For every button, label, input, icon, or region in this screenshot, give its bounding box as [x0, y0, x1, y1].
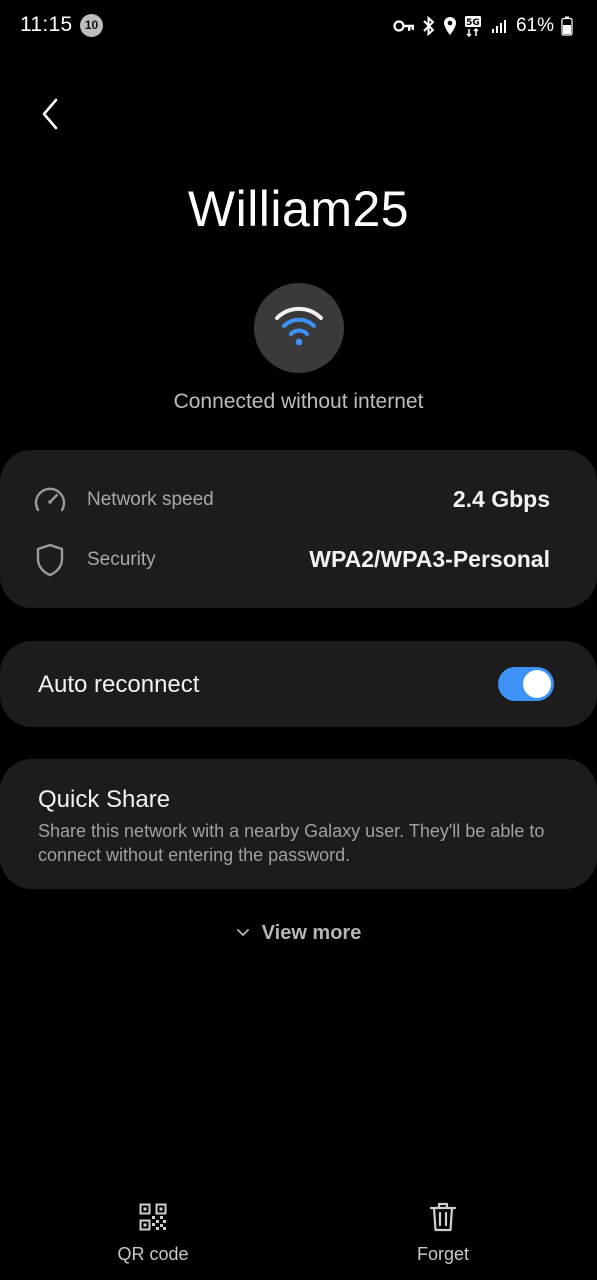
chevron-left-icon: [40, 98, 60, 135]
5g-icon: 5G: [464, 15, 484, 37]
quick-share-title: Quick Share: [38, 786, 171, 813]
connection-status-text: Connected without internet: [173, 390, 424, 413]
back-button[interactable]: [30, 96, 70, 136]
network-speed-value: 2.4 Gbps: [452, 486, 550, 512]
view-more-label: View more: [261, 922, 362, 944]
notification-count-badge: 10: [80, 14, 103, 37]
status-bar: 11:15 10 5G 61%: [0, 0, 597, 52]
view-more-button[interactable]: View more: [0, 922, 597, 945]
trash-icon: [429, 1201, 457, 1238]
qr-code-button[interactable]: QR code: [73, 1200, 233, 1265]
shield-icon: [32, 542, 68, 578]
forget-button[interactable]: Forget: [363, 1200, 523, 1265]
toggle-knob: [523, 670, 551, 698]
network-info-card: Network speed 2.4 Gbps Security WPA2/WPA…: [0, 450, 597, 608]
speedometer-icon: [32, 482, 68, 518]
svg-text:5G: 5G: [466, 18, 480, 28]
security-row: Security WPA2/WPA3-Personal: [0, 540, 597, 580]
forget-label: Forget: [416, 1244, 470, 1264]
bluetooth-icon: [422, 16, 436, 36]
wifi-icon: [274, 304, 324, 353]
location-icon: [443, 16, 457, 36]
auto-reconnect-card[interactable]: Auto reconnect: [0, 641, 597, 727]
security-value: WPA2/WPA3-Personal: [309, 546, 550, 572]
auto-reconnect-toggle[interactable]: [498, 667, 554, 701]
qr-code-icon: [139, 1203, 167, 1236]
network-speed-label: Network speed: [87, 489, 214, 510]
network-speed-row: Network speed 2.4 Gbps: [0, 480, 597, 520]
wifi-status-circle: [254, 283, 344, 373]
network-name-title: William25: [187, 181, 410, 237]
chevron-down-icon: [236, 925, 250, 943]
quick-share-description: Share this network with a nearby Galaxy …: [38, 821, 545, 865]
status-icons: 5G 61%: [393, 12, 573, 40]
signal-icon: [491, 18, 507, 34]
quick-share-card[interactable]: Quick Share Share this network with a ne…: [0, 759, 597, 889]
qr-code-label: QR code: [117, 1244, 189, 1264]
auto-reconnect-label: Auto reconnect: [38, 671, 200, 698]
security-label: Security: [87, 549, 156, 570]
vpn-key-icon: [393, 19, 415, 33]
battery-icon: [561, 16, 573, 36]
status-time: 11:15: [20, 13, 73, 36]
battery-percentage: 61%: [515, 15, 554, 36]
